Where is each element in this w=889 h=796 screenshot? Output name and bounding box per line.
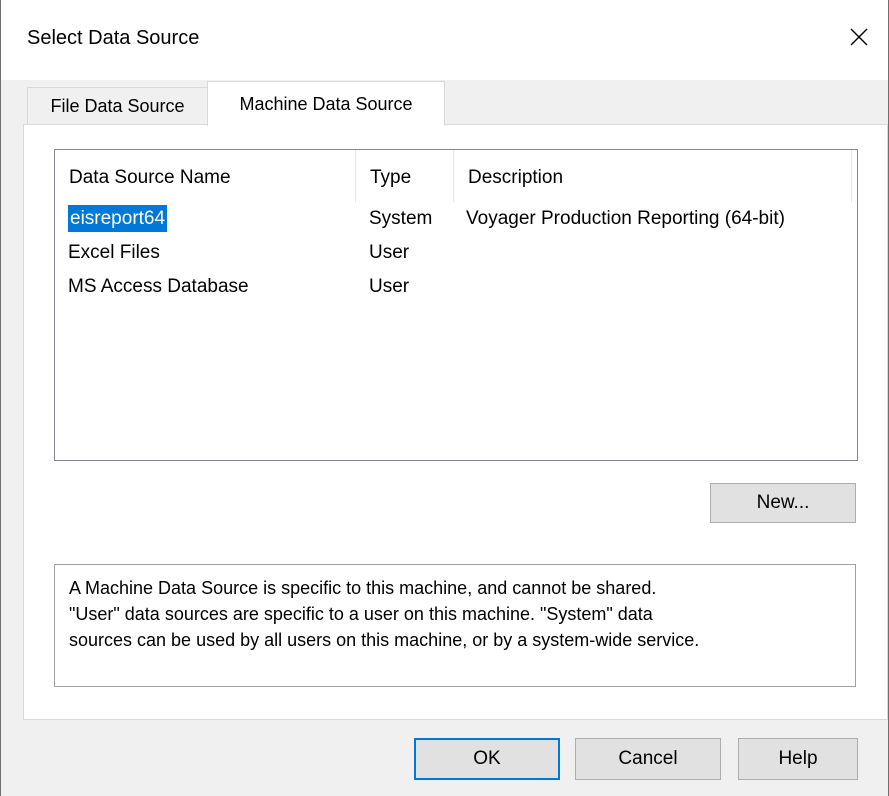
title-bar: Select Data Source (1, 0, 888, 80)
help-button[interactable]: Help (738, 738, 858, 780)
data-source-list[interactable]: Data Source Name Type Description eisrep… (54, 149, 858, 461)
tab-file-data-source[interactable]: File Data Source (27, 87, 208, 124)
list-item-description: Voyager Production Reporting (64-bit) (466, 208, 785, 229)
info-text-box: A Machine Data Source is specific to thi… (54, 564, 856, 687)
info-text-line: A Machine Data Source is specific to thi… (69, 578, 657, 598)
ok-button[interactable]: OK (414, 738, 560, 780)
dialog-title: Select Data Source (27, 27, 200, 49)
column-header-name[interactable]: Data Source Name (55, 150, 356, 202)
list-item-type: System (369, 208, 433, 229)
list-item-name: MS Access Database (68, 276, 249, 297)
list-item-type: User (369, 276, 410, 297)
list-item-type: User (369, 242, 410, 263)
new-button[interactable]: New... (710, 483, 856, 523)
column-header-description[interactable]: Description (454, 150, 852, 202)
list-item[interactable]: MS Access Database User (55, 270, 857, 304)
column-header-type[interactable]: Type (356, 150, 454, 202)
list-item-name: Excel Files (68, 242, 160, 263)
list-item[interactable]: eisreport64 System Voyager Production Re… (55, 202, 857, 236)
close-button[interactable] (844, 22, 874, 52)
close-icon (850, 28, 868, 46)
tab-machine-data-source[interactable]: Machine Data Source (207, 81, 445, 126)
cancel-button[interactable]: Cancel (575, 738, 721, 780)
info-text-line: "User" data sources are specific to a us… (69, 604, 653, 624)
list-item-name: eisreport64 (68, 205, 168, 232)
list-item[interactable]: Excel Files User (55, 236, 857, 270)
info-text-line: sources can be used by all users on this… (69, 630, 700, 650)
select-data-source-dialog: Select Data Source File Data Source Mach… (0, 0, 889, 796)
list-header: Data Source Name Type Description (55, 150, 857, 202)
